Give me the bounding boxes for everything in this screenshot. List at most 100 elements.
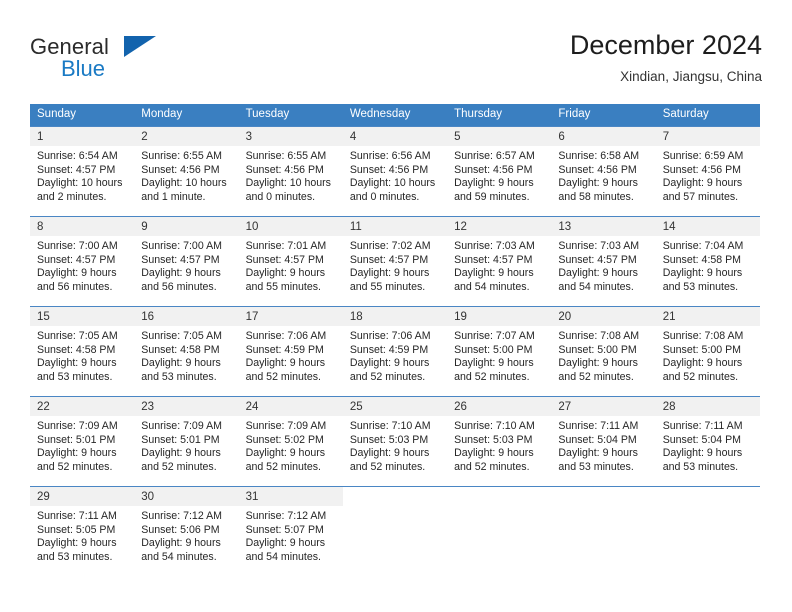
sunrise-text: Sunrise: 7:10 AM <box>349 420 431 432</box>
sunset-text: Sunset: 4:56 PM <box>454 163 533 176</box>
day-info: Sunrise: 6:57 AM Sunset: 4:56 PM Dayligh… <box>447 146 551 204</box>
daylight-text: Daylight: 9 hours and 53 minutes. <box>558 447 638 473</box>
day-cell[interactable]: 31 Sunrise: 7:12 AM Sunset: 5:07 PM Dayl… <box>238 487 343 576</box>
day-cell[interactable]: 15 Sunrise: 7:05 AM Sunset: 4:58 PM Dayl… <box>30 307 135 396</box>
day-number: 21 <box>655 307 760 326</box>
daylight-text: Daylight: 9 hours and 52 minutes. <box>454 357 534 383</box>
day-info: Sunrise: 7:09 AM Sunset: 5:01 PM Dayligh… <box>134 416 238 474</box>
weekday-header-monday: Monday <box>141 108 183 120</box>
daylight-text: Daylight: 9 hours and 56 minutes. <box>141 267 221 293</box>
daylight-text: Daylight: 9 hours and 56 minutes. <box>37 267 117 293</box>
day-cell[interactable]: 10 Sunrise: 7:01 AM Sunset: 4:57 PM Dayl… <box>238 217 343 306</box>
daylight-text: Daylight: 10 hours and 1 minute. <box>141 177 227 203</box>
day-number <box>447 487 552 506</box>
day-cell[interactable]: 29 Sunrise: 7:11 AM Sunset: 5:05 PM Dayl… <box>30 487 135 576</box>
sunrise-text: Sunrise: 7:11 AM <box>37 510 117 522</box>
daylight-text: Daylight: 9 hours and 52 minutes. <box>141 447 221 473</box>
day-info: Sunrise: 7:03 AM Sunset: 4:57 PM Dayligh… <box>447 236 551 294</box>
sunrise-text: Sunrise: 6:55 AM <box>141 150 222 162</box>
day-cell[interactable]: 11 Sunrise: 7:02 AM Sunset: 4:57 PM Dayl… <box>342 217 448 306</box>
sunrise-text: Sunrise: 7:12 AM <box>141 510 222 522</box>
day-number: 6 <box>551 127 656 146</box>
day-cell[interactable]: 21 Sunrise: 7:08 AM Sunset: 5:00 PM Dayl… <box>655 307 760 396</box>
day-cell[interactable]: 2 Sunrise: 6:55 AM Sunset: 4:56 PM Dayli… <box>134 127 239 216</box>
day-info: Sunrise: 7:01 AM Sunset: 4:57 PM Dayligh… <box>239 236 343 294</box>
general-blue-logo[interactable]: General Blue <box>30 34 210 90</box>
sunrise-text: Sunrise: 6:57 AM <box>454 150 535 162</box>
daylight-text: Daylight: 9 hours and 58 minutes. <box>558 177 638 203</box>
sunrise-text: Sunrise: 7:03 AM <box>558 240 640 252</box>
day-cell[interactable]: 13 Sunrise: 7:03 AM Sunset: 4:57 PM Dayl… <box>551 217 656 306</box>
daylight-text: Daylight: 9 hours and 54 minutes. <box>558 267 638 293</box>
weekday-header-wednesday: Wednesday <box>349 108 411 120</box>
day-info: Sunrise: 7:06 AM Sunset: 4:59 PM Dayligh… <box>239 326 343 384</box>
day-number: 3 <box>238 127 343 146</box>
day-cell[interactable]: 12 Sunrise: 7:03 AM Sunset: 4:57 PM Dayl… <box>447 217 552 306</box>
day-cell[interactable]: 3 Sunrise: 6:55 AM Sunset: 4:56 PM Dayli… <box>238 127 343 216</box>
day-cell[interactable]: 4 Sunrise: 6:56 AM Sunset: 4:56 PM Dayli… <box>342 127 448 216</box>
day-number: 14 <box>655 217 760 236</box>
day-number: 8 <box>30 217 135 236</box>
sunset-text: Sunset: 4:56 PM <box>349 163 429 176</box>
day-info: Sunrise: 7:06 AM Sunset: 4:59 PM Dayligh… <box>343 326 447 384</box>
sunset-text: Sunset: 4:57 PM <box>37 163 116 176</box>
day-number: 26 <box>447 397 552 416</box>
day-cell[interactable]: 8 Sunrise: 7:00 AM Sunset: 4:57 PM Dayli… <box>30 217 135 306</box>
day-info: Sunrise: 7:08 AM Sunset: 5:00 PM Dayligh… <box>656 326 760 384</box>
day-cell[interactable]: 30 Sunrise: 7:12 AM Sunset: 5:06 PM Dayl… <box>134 487 239 576</box>
day-cell[interactable]: 20 Sunrise: 7:08 AM Sunset: 5:00 PM Dayl… <box>551 307 656 396</box>
sunrise-text: Sunrise: 7:11 AM <box>662 420 743 432</box>
sunset-text: Sunset: 4:58 PM <box>141 343 220 356</box>
sunset-text: Sunset: 5:07 PM <box>245 523 324 536</box>
daylight-text: Daylight: 9 hours and 52 minutes. <box>349 357 430 383</box>
sunset-text: Sunset: 4:58 PM <box>662 253 742 266</box>
day-number: 11 <box>342 217 448 236</box>
daylight-text: Daylight: 10 hours and 0 minutes. <box>245 177 331 203</box>
day-info: Sunrise: 7:11 AM Sunset: 5:04 PM Dayligh… <box>656 416 760 474</box>
day-cell[interactable]: 19 Sunrise: 7:07 AM Sunset: 5:00 PM Dayl… <box>447 307 552 396</box>
sunrise-text: Sunrise: 7:09 AM <box>37 420 118 432</box>
day-info: Sunrise: 7:12 AM Sunset: 5:06 PM Dayligh… <box>134 506 238 564</box>
day-cell-empty <box>655 487 760 576</box>
day-cell[interactable]: 24 Sunrise: 7:09 AM Sunset: 5:02 PM Dayl… <box>238 397 343 486</box>
day-cell[interactable]: 9 Sunrise: 7:00 AM Sunset: 4:57 PM Dayli… <box>134 217 239 306</box>
day-info: Sunrise: 7:04 AM Sunset: 4:58 PM Dayligh… <box>656 236 760 294</box>
day-cell[interactable]: 1 Sunrise: 6:54 AM Sunset: 4:57 PM Dayli… <box>30 127 135 216</box>
day-cell[interactable]: 6 Sunrise: 6:58 AM Sunset: 4:56 PM Dayli… <box>551 127 656 216</box>
sunrise-text: Sunrise: 7:04 AM <box>662 240 744 252</box>
sunrise-text: Sunrise: 7:01 AM <box>245 240 327 252</box>
weekday-header-saturday: Saturday <box>662 108 709 120</box>
day-number: 19 <box>447 307 552 326</box>
day-number <box>551 487 656 506</box>
day-cell[interactable]: 26 Sunrise: 7:10 AM Sunset: 5:03 PM Dayl… <box>447 397 552 486</box>
day-info: Sunrise: 6:59 AM Sunset: 4:56 PM Dayligh… <box>656 146 760 204</box>
day-number: 27 <box>551 397 656 416</box>
day-cell[interactable]: 25 Sunrise: 7:10 AM Sunset: 5:03 PM Dayl… <box>342 397 448 486</box>
day-cell[interactable]: 22 Sunrise: 7:09 AM Sunset: 5:01 PM Dayl… <box>30 397 135 486</box>
day-cell[interactable]: 27 Sunrise: 7:11 AM Sunset: 5:04 PM Dayl… <box>551 397 656 486</box>
sunrise-text: Sunrise: 6:56 AM <box>349 150 431 162</box>
day-number: 23 <box>134 397 239 416</box>
day-info: Sunrise: 7:09 AM Sunset: 5:01 PM Dayligh… <box>30 416 134 474</box>
sunrise-text: Sunrise: 7:09 AM <box>245 420 327 432</box>
sunset-text: Sunset: 4:56 PM <box>662 163 742 176</box>
day-cell[interactable]: 17 Sunrise: 7:06 AM Sunset: 4:59 PM Dayl… <box>238 307 343 396</box>
title-block: December 2024 Xindian, Jiangsu, China <box>570 28 762 88</box>
sunset-text: Sunset: 4:56 PM <box>245 163 324 176</box>
day-info: Sunrise: 7:02 AM Sunset: 4:57 PM Dayligh… <box>343 236 447 294</box>
day-cell[interactable]: 16 Sunrise: 7:05 AM Sunset: 4:58 PM Dayl… <box>134 307 239 396</box>
day-cell[interactable]: 7 Sunrise: 6:59 AM Sunset: 4:56 PM Dayli… <box>655 127 760 216</box>
day-cell[interactable]: 28 Sunrise: 7:11 AM Sunset: 5:04 PM Dayl… <box>655 397 760 486</box>
week-row: 1 Sunrise: 6:54 AM Sunset: 4:57 PM Dayli… <box>30 126 760 216</box>
sunrise-text: Sunrise: 7:00 AM <box>37 240 118 252</box>
day-cell[interactable]: 23 Sunrise: 7:09 AM Sunset: 5:01 PM Dayl… <box>134 397 239 486</box>
sunset-text: Sunset: 5:05 PM <box>37 523 116 536</box>
sunrise-text: Sunrise: 6:59 AM <box>662 150 744 162</box>
day-cell[interactable]: 14 Sunrise: 7:04 AM Sunset: 4:58 PM Dayl… <box>655 217 760 306</box>
day-info: Sunrise: 7:05 AM Sunset: 4:58 PM Dayligh… <box>134 326 238 384</box>
calendar-grid: Sunday Monday Tuesday Wednesday Thursday… <box>30 104 760 576</box>
day-cell[interactable]: 18 Sunrise: 7:06 AM Sunset: 4:59 PM Dayl… <box>342 307 448 396</box>
daylight-text: Daylight: 9 hours and 53 minutes. <box>662 267 743 293</box>
day-cell[interactable]: 5 Sunrise: 6:57 AM Sunset: 4:56 PM Dayli… <box>447 127 552 216</box>
day-info: Sunrise: 7:11 AM Sunset: 5:05 PM Dayligh… <box>30 506 134 564</box>
